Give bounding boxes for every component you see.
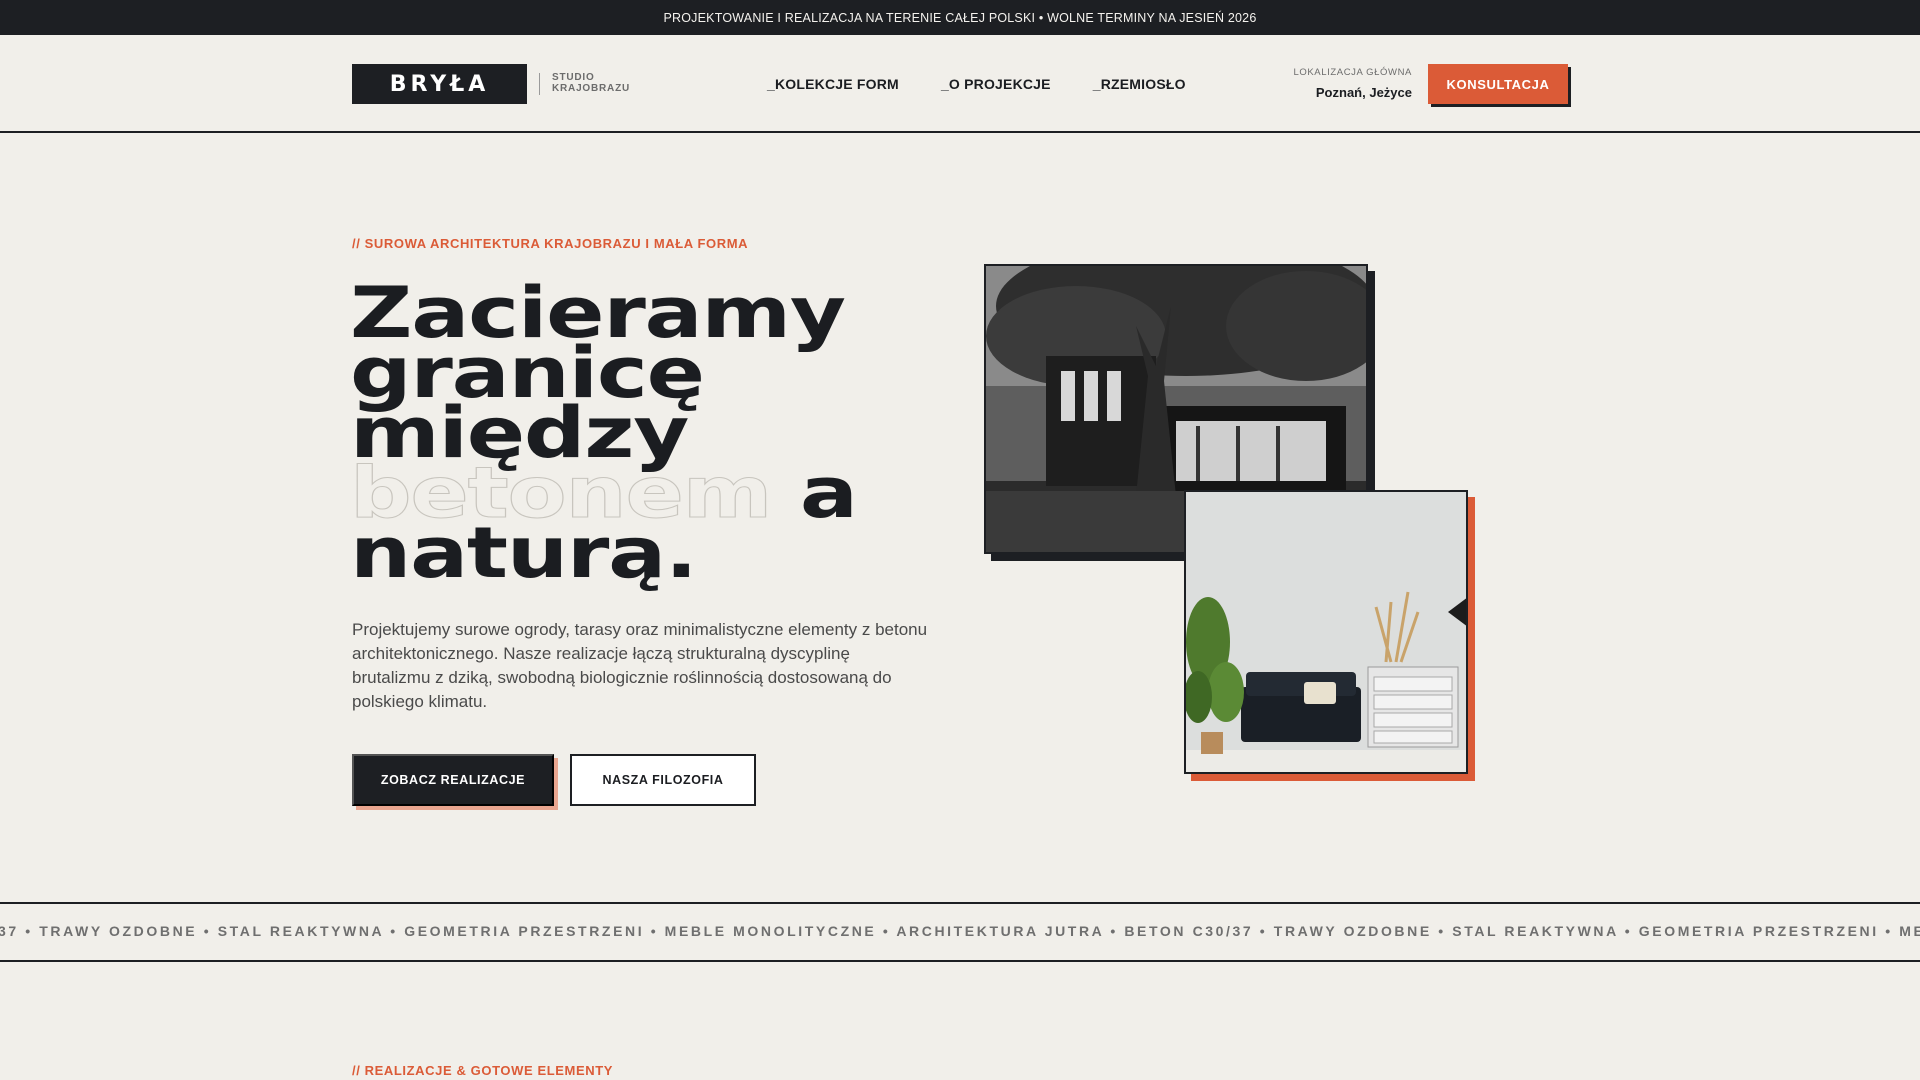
consultation-button[interactable]: KONSULTACJA	[1428, 64, 1568, 104]
logo-text: BRYŁA	[389, 71, 490, 97]
site-header: BRYŁA STUDIO KRAJOBRAZU _KOLEKCJE FORM _…	[0, 35, 1920, 133]
nav-item-kolekcje-form[interactable]: _KOLEKCJE FORM	[767, 76, 899, 92]
nav-item-o-projekcje[interactable]: _O PROJEKCJE	[941, 76, 1051, 92]
main-nav: _KOLEKCJE FORM _O PROJEKCJE _RZEMIOSŁO	[767, 76, 1186, 92]
logo-subtitle-line-2: KRAJOBRAZU	[552, 83, 630, 94]
our-philosophy-button[interactable]: NASZA FILOZOFIA	[570, 754, 756, 806]
headline-line-5: naturą.	[350, 512, 698, 594]
logo-subtitle-line-1: STUDIO	[552, 72, 595, 83]
hero-headline: Zacieramy granicę między betonem a natur…	[349, 278, 1039, 594]
nav-item-rzemioslo[interactable]: _RZEMIOSŁO	[1093, 76, 1186, 92]
announcement-text: PROJEKTOWANIE I REALIZACJA NA TERENIE CA…	[663, 10, 1257, 25]
location-value: Poznań, Jeżyce	[1315, 85, 1412, 100]
interior-photo	[1184, 490, 1468, 774]
marquee-text: 37 • TRAWY OZDOBNE • STAL REAKTYWNA • GE…	[0, 923, 1920, 939]
realizations-section-eyebrow: // REALIZACJE & GOTOWE ELEMENTY	[352, 1063, 614, 1078]
location-label: LOKALIZACJA GŁÓWNA	[1293, 67, 1412, 78]
logo-subtitle: STUDIO KRAJOBRAZU	[552, 72, 630, 94]
logo-divider	[539, 73, 540, 95]
keywords-marquee: 37 • TRAWY OZDOBNE • STAL REAKTYWNA • GE…	[0, 902, 1920, 962]
announcement-bar: PROJEKTOWANIE I REALIZACJA NA TERENIE CA…	[0, 0, 1920, 35]
brand-logo[interactable]: BRYŁA	[352, 64, 527, 104]
hero-description: Projektujemy surowe ogrody, tarasy oraz …	[352, 620, 928, 711]
see-realizations-button[interactable]: ZOBACZ REALIZACJE	[352, 754, 554, 806]
hero-eyebrow: // SUROWA ARCHITEKTURA KRAJOBRAZU I MAŁA…	[352, 236, 749, 251]
headline-line-4-rest: a	[771, 452, 858, 534]
